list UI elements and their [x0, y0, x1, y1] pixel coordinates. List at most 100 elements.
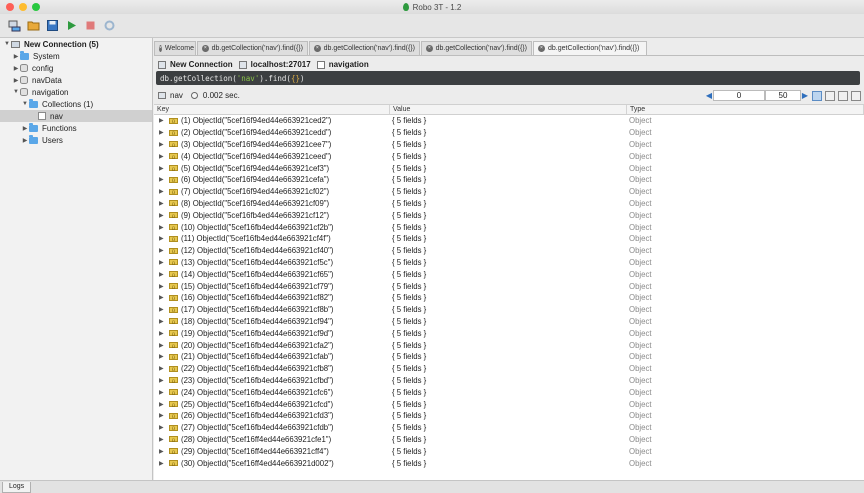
expand-arrow-icon[interactable]: ▶: [159, 330, 169, 337]
chevron-right-icon[interactable]: ▶: [12, 53, 20, 60]
close-tab-icon[interactable]: ×: [314, 45, 321, 52]
expand-arrow-icon[interactable]: ▶: [159, 283, 169, 290]
close-tab-icon[interactable]: ×: [538, 45, 545, 52]
custom-view-button[interactable]: [851, 90, 861, 101]
expand-arrow-icon[interactable]: ▶: [159, 153, 169, 160]
expand-arrow-icon[interactable]: ▶: [159, 377, 169, 384]
chevron-down-icon[interactable]: ▼: [21, 101, 29, 107]
expand-arrow-icon[interactable]: ▶: [159, 436, 169, 443]
expand-arrow-icon[interactable]: ▶: [159, 165, 169, 172]
expand-arrow-icon[interactable]: ▶: [159, 129, 169, 136]
table-row[interactable]: ▶{} (21) ObjectId("5cef16fb4ed44e663921cf…: [154, 351, 864, 363]
skip-input[interactable]: 0: [713, 90, 765, 101]
expand-arrow-icon[interactable]: ▶: [159, 365, 169, 372]
close-window-icon[interactable]: [6, 3, 14, 11]
chevron-right-icon[interactable]: ▶: [12, 77, 20, 84]
execute-icon[interactable]: [64, 19, 78, 33]
expand-arrow-icon[interactable]: ▶: [159, 176, 169, 183]
table-row[interactable]: ▶{} (24) ObjectId("5cef16fb4ed44e663921cf…: [154, 386, 864, 398]
table-row[interactable]: ▶{} (19) ObjectId("5cef16fb4ed44e663921cf…: [154, 327, 864, 339]
next-page-icon[interactable]: ▶: [801, 91, 809, 100]
table-row[interactable]: ▶{} (4) ObjectId("5cef16f94ed44e663921cee…: [154, 150, 864, 162]
tree-item-functions[interactable]: ▶ Functions: [0, 122, 152, 134]
expand-arrow-icon[interactable]: ▶: [159, 141, 169, 148]
table-row[interactable]: ▶{} (6) ObjectId("5cef16f94ed44e663921cef…: [154, 174, 864, 186]
table-row[interactable]: ▶{} (22) ObjectId("5cef16fb4ed44e663921cf…: [154, 363, 864, 375]
expand-arrow-icon[interactable]: ▶: [159, 235, 169, 242]
table-row[interactable]: ▶{} (27) ObjectId("5cef16fb4ed44e663921cf…: [154, 422, 864, 434]
tree-connection[interactable]: ▼ New Connection (5): [0, 38, 152, 50]
table-row[interactable]: ▶{} (17) ObjectId("5cef16fb4ed44e663921cf…: [154, 304, 864, 316]
close-tab-icon[interactable]: ×: [202, 45, 209, 52]
table-row[interactable]: ▶{} (20) ObjectId("5cef16fb4ed44e663921cf…: [154, 339, 864, 351]
chevron-right-icon[interactable]: ▶: [21, 125, 29, 132]
chevron-right-icon[interactable]: ▶: [12, 65, 20, 72]
table-row[interactable]: ▶{} (2) ObjectId("5cef16f94ed44e663921ced…: [154, 127, 864, 139]
tree-view-button[interactable]: [812, 90, 822, 101]
table-row[interactable]: ▶{} (9) ObjectId("5cef16fb4ed44e663921cf1…: [154, 209, 864, 221]
table-view-button[interactable]: [825, 90, 835, 101]
header-type[interactable]: Type: [627, 105, 864, 114]
table-row[interactable]: ▶{} (7) ObjectId("5cef16f94ed44e663921cf0…: [154, 186, 864, 198]
maximize-window-icon[interactable]: [32, 3, 40, 11]
table-row[interactable]: ▶{} (1) ObjectId("5cef16f94ed44e663921ced…: [154, 115, 864, 127]
expand-arrow-icon[interactable]: ▶: [159, 212, 169, 219]
table-row[interactable]: ▶{} (12) ObjectId("5cef16fb4ed44e663921cf…: [154, 245, 864, 257]
query-editor[interactable]: db.getCollection('nav').find({}): [156, 71, 860, 85]
tab-query-2[interactable]: × db.getCollection('nav').find({}): [309, 41, 420, 55]
expand-arrow-icon[interactable]: ▶: [159, 318, 169, 325]
header-value[interactable]: Value: [390, 105, 627, 114]
expand-arrow-icon[interactable]: ▶: [159, 353, 169, 360]
expand-arrow-icon[interactable]: ▶: [159, 412, 169, 419]
chevron-down-icon[interactable]: ▼: [12, 89, 20, 95]
table-row[interactable]: ▶{} (10) ObjectId("5cef16fb4ed44e663921cf…: [154, 221, 864, 233]
header-key[interactable]: Key: [154, 105, 390, 114]
expand-arrow-icon[interactable]: ▶: [159, 294, 169, 301]
table-row[interactable]: ▶{} (30) ObjectId("5cef16ff4ed44e663921d0…: [154, 457, 864, 469]
expand-arrow-icon[interactable]: ▶: [159, 117, 169, 124]
table-row[interactable]: ▶{} (5) ObjectId("5cef16f94ed44e663921cef…: [154, 162, 864, 174]
previous-page-icon[interactable]: ◀: [705, 91, 713, 100]
tree-item-users[interactable]: ▶ Users: [0, 134, 152, 146]
expand-arrow-icon[interactable]: ▶: [159, 306, 169, 313]
logs-tab[interactable]: Logs: [2, 482, 32, 493]
minimize-window-icon[interactable]: [19, 3, 27, 11]
expand-arrow-icon[interactable]: ▶: [159, 259, 169, 266]
save-icon[interactable]: [45, 19, 59, 33]
table-row[interactable]: ▶{} (29) ObjectId("5cef16ff4ed44e663921cf…: [154, 445, 864, 457]
tab-query-1[interactable]: × db.getCollection('nav').find({}): [197, 41, 308, 55]
table-row[interactable]: ▶{} (16) ObjectId("5cef16fb4ed44e663921cf…: [154, 292, 864, 304]
expand-arrow-icon[interactable]: ▶: [159, 200, 169, 207]
connect-icon[interactable]: [7, 19, 21, 33]
table-row[interactable]: ▶{} (13) ObjectId("5cef16fb4ed44e663921cf…: [154, 257, 864, 269]
tab-query-4[interactable]: × db.getCollection('nav').find({}): [533, 41, 647, 55]
table-row[interactable]: ▶{} (23) ObjectId("5cef16fb4ed44e663921cf…: [154, 375, 864, 387]
tree-item-navigation[interactable]: ▼ navigation: [0, 86, 152, 98]
tab-welcome[interactable]: × Welcome: [154, 41, 196, 55]
expand-arrow-icon[interactable]: ▶: [159, 271, 169, 278]
expand-arrow-icon[interactable]: ▶: [159, 389, 169, 396]
expand-arrow-icon[interactable]: ▶: [159, 342, 169, 349]
table-row[interactable]: ▶{} (25) ObjectId("5cef16fb4ed44e663921cf…: [154, 398, 864, 410]
table-row[interactable]: ▶{} (14) ObjectId("5cef16fb4ed44e663921cf…: [154, 268, 864, 280]
tab-query-3[interactable]: × db.getCollection('nav').find({}): [421, 41, 532, 55]
tree-item-nav[interactable]: nav: [0, 110, 152, 122]
tree-item-collections-1[interactable]: ▼ Collections (1): [0, 98, 152, 110]
expand-arrow-icon[interactable]: ▶: [159, 224, 169, 231]
text-view-button[interactable]: [838, 90, 848, 101]
table-row[interactable]: ▶{} (18) ObjectId("5cef16fb4ed44e663921cf…: [154, 316, 864, 328]
expand-arrow-icon[interactable]: ▶: [159, 401, 169, 408]
tree-item-config[interactable]: ▶ config: [0, 62, 152, 74]
tree-item-navdata[interactable]: ▶ navData: [0, 74, 152, 86]
expand-arrow-icon[interactable]: ▶: [159, 188, 169, 195]
limit-input[interactable]: 50: [765, 90, 801, 101]
table-row[interactable]: ▶{} (28) ObjectId("5cef16ff4ed44e663921cf…: [154, 434, 864, 446]
chevron-down-icon[interactable]: ▼: [3, 41, 11, 47]
expand-arrow-icon[interactable]: ▶: [159, 448, 169, 455]
table-row[interactable]: ▶{} (11) ObjectId("5cef16fb4ed44e663921cf…: [154, 233, 864, 245]
table-row[interactable]: ▶{} (26) ObjectId("5cef16fb4ed44e663921cf…: [154, 410, 864, 422]
table-row[interactable]: ▶{} (3) ObjectId("5cef16f94ed44e663921cee…: [154, 139, 864, 151]
close-tab-icon[interactable]: ×: [426, 45, 433, 52]
open-icon[interactable]: [26, 19, 40, 33]
expand-arrow-icon[interactable]: ▶: [159, 247, 169, 254]
